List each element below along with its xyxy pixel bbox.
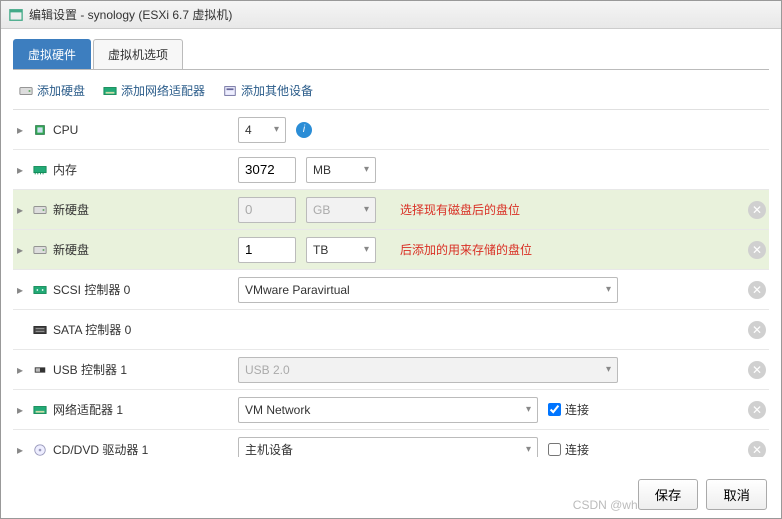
scsi-label: SCSI 控制器 0 [53,281,130,298]
chevron-down-icon: ▾ [526,404,531,415]
add-other-button[interactable]: 添加其他设备 [223,82,313,99]
memory-input[interactable] [238,157,296,183]
row-memory: ▸ 内存 MB▾ [13,150,769,190]
chevron-down-icon: ▾ [364,204,369,215]
disk-icon [33,203,47,217]
chevron-down-icon: ▾ [364,244,369,255]
add-nic-button[interactable]: 添加网络适配器 [103,82,205,99]
info-icon[interactable]: i [296,122,312,138]
memory-label: 内存 [53,161,77,178]
tab-virtual-hardware[interactable]: 虚拟硬件 [13,39,91,69]
cd-icon [33,443,47,457]
cpu-count-select[interactable]: 4▾ [238,117,286,143]
tab-bar: 虚拟硬件 虚拟机选项 [13,39,769,70]
cd-connect-checkbox[interactable]: 连接 [548,441,589,457]
cd-label: CD/DVD 驱动器 1 [53,441,148,457]
usb-label: USB 控制器 1 [53,361,127,378]
sata-icon [33,323,47,337]
row-sata: ▸ SATA 控制器 0 ✕ [13,310,769,350]
nic-icon [103,84,117,98]
remove-scsi-button[interactable]: ✕ [748,281,766,299]
chevron-down-icon: ▾ [364,164,369,175]
expand-toggle[interactable]: ▸ [17,163,27,177]
row-nic: ▸ 网络适配器 1 VM Network▾ 连接 ✕ [13,390,769,430]
scsi-type-select[interactable]: VMware Paravirtual▾ [238,277,618,303]
row-new-disk-2: ▸ 新硬盘 TB▾ 后添加的用来存储的盘位 ✕ [13,230,769,270]
memory-icon [33,163,47,177]
chevron-down-icon: ▾ [274,124,279,135]
disk-icon [19,84,33,98]
disk1-unit-select: GB▾ [306,197,376,223]
expand-toggle[interactable]: ▸ [17,123,27,137]
cancel-button[interactable]: 取消 [706,479,767,510]
disk-label: 新硬盘 [53,241,89,258]
cpu-label: CPU [53,123,78,137]
sata-label: SATA 控制器 0 [53,321,131,338]
disk2-size-input[interactable] [238,237,296,263]
expand-toggle[interactable]: ▸ [17,443,27,457]
row-new-disk-1: ▸ 新硬盘 GB▾ 选择现有磁盘后的盘位 ✕ [13,190,769,230]
toolbar: 添加硬盘 添加网络适配器 添加其他设备 [13,70,769,109]
usb-type-select: USB 2.0▾ [238,357,618,383]
row-cdrom: ▸ CD/DVD 驱动器 1 主机设备▾ 连接 ✕ [13,430,769,457]
disk1-note: 选择现有磁盘后的盘位 [400,201,520,218]
tab-vm-options[interactable]: 虚拟机选项 [93,39,183,69]
nic-connect-checkbox[interactable]: 连接 [548,401,589,418]
add-disk-button[interactable]: 添加硬盘 [19,82,85,99]
titlebar: 编辑设置 - synology (ESXi 6.7 虚拟机) [1,1,781,29]
expand-toggle[interactable]: ▸ [17,403,27,417]
disk2-unit-select[interactable]: TB▾ [306,237,376,263]
edit-settings-dialog: 编辑设置 - synology (ESXi 6.7 虚拟机) 虚拟硬件 虚拟机选… [0,0,782,519]
dialog-footer: 保存 取消 [638,479,767,510]
remove-usb-button[interactable]: ✕ [748,361,766,379]
expand-toggle[interactable]: ▸ [17,203,27,217]
chevron-down-icon: ▾ [606,364,611,375]
disk-icon [33,243,47,257]
expand-toggle[interactable]: ▸ [17,363,27,377]
device-icon [223,84,237,98]
cd-source-select[interactable]: 主机设备▾ [238,437,538,458]
nic-label: 网络适配器 1 [53,401,123,418]
chevron-down-icon: ▾ [526,444,531,455]
save-button[interactable]: 保存 [638,479,699,510]
usb-icon [33,363,47,377]
chevron-down-icon: ▾ [606,284,611,295]
expand-toggle[interactable]: ▸ [17,243,27,257]
dialog-title: 编辑设置 - synology (ESXi 6.7 虚拟机) [29,6,232,23]
memory-unit-select[interactable]: MB▾ [306,157,376,183]
disk1-size-input [238,197,296,223]
remove-cd-button[interactable]: ✕ [748,441,766,458]
nic-network-select[interactable]: VM Network▾ [238,397,538,423]
disk-label: 新硬盘 [53,201,89,218]
nic-icon [33,403,47,417]
remove-disk2-button[interactable]: ✕ [748,241,766,259]
row-usb: ▸ USB 控制器 1 USB 2.0▾ ✕ [13,350,769,390]
remove-disk1-button[interactable]: ✕ [748,201,766,219]
row-cpu: ▸ CPU 4▾ i [13,110,769,150]
window-icon [9,8,23,22]
scsi-icon [33,283,47,297]
remove-sata-button[interactable]: ✕ [748,321,766,339]
disk2-note: 后添加的用来存储的盘位 [400,241,532,258]
row-scsi: ▸ SCSI 控制器 0 VMware Paravirtual▾ ✕ [13,270,769,310]
remove-nic-button[interactable]: ✕ [748,401,766,419]
cpu-icon [33,123,47,137]
expand-toggle[interactable]: ▸ [17,283,27,297]
hardware-list: ▸ CPU 4▾ i ▸ 内存 MB▾ [13,109,769,457]
